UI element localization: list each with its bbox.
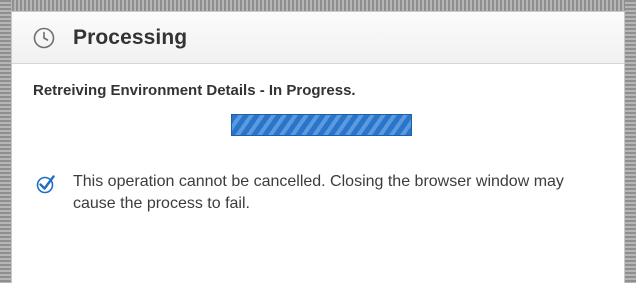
check-icon	[36, 175, 55, 194]
screen-background: Processing Retreiving Environment Detail…	[0, 0, 636, 283]
notice-text: This operation cannot be cancelled. Clos…	[73, 173, 564, 212]
processing-dialog: Processing Retreiving Environment Detail…	[11, 11, 625, 283]
frame-border-right	[625, 0, 636, 283]
dialog-header: Processing	[12, 12, 624, 64]
status-text: Retreiving Environment Details - In Prog…	[33, 82, 356, 99]
frame-border-top	[0, 0, 636, 11]
frame-border-left	[0, 0, 11, 283]
dialog-title: Processing	[73, 26, 188, 49]
clock-icon	[33, 27, 55, 49]
progress-bar	[231, 114, 412, 136]
